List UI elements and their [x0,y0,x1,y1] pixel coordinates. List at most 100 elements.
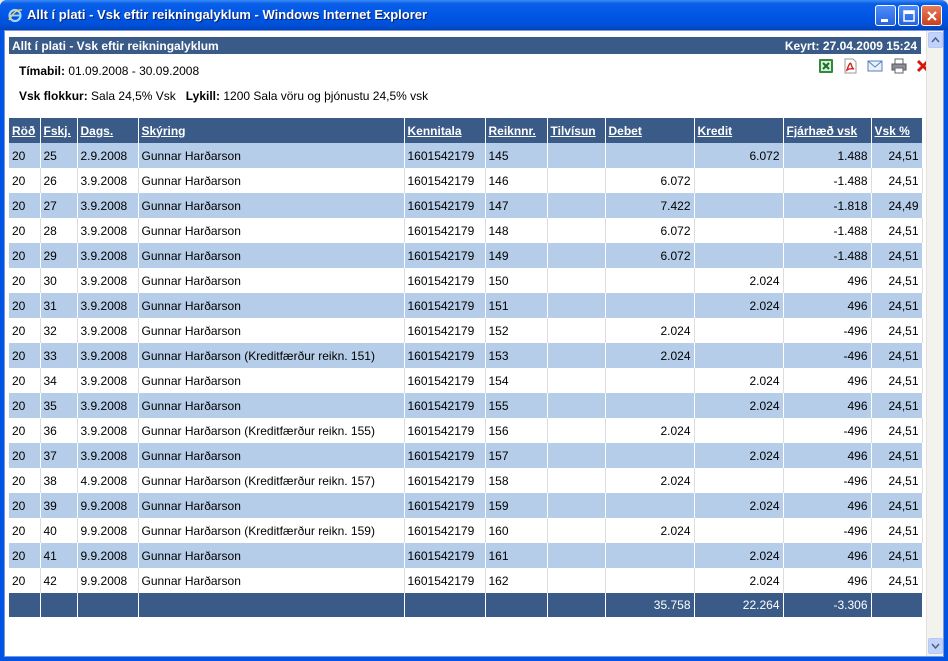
maximize-button[interactable] [898,5,919,26]
table-cell [605,293,695,318]
table-cell: 4.9.2008 [77,468,139,493]
table-cell: 1601542179 [404,343,486,368]
table-cell: 24,51 [871,493,923,518]
column-header[interactable]: Debet [605,118,695,143]
table-cell: 20 [9,568,41,593]
table-cell: Gunnar Harðarson [138,243,405,268]
table-cell: 38 [40,468,78,493]
excel-icon[interactable] [818,58,834,74]
table-cell: 3.9.2008 [77,243,139,268]
pdf-icon[interactable] [842,58,858,74]
table-cell: Gunnar Harðarson [138,143,405,168]
table-cell [547,343,606,368]
table-cell: 1601542179 [404,218,486,243]
table-row: 20 38 4.9.2008 Gunnar Harðarson (Kreditfærð… [9,468,923,493]
account-label: Lykill: [185,89,221,103]
table-cell: 2.024 [694,443,784,468]
table-cell: -496 [783,468,872,493]
vertical-scrollbar[interactable] [926,31,943,656]
column-header[interactable]: Skýring [138,118,405,143]
table-cell: 157 [485,443,548,468]
table-cell: -1.818 [783,193,872,218]
table-cell: 9.9.2008 [77,543,139,568]
total-cell: 35.758 [605,593,695,617]
table-cell [605,368,695,393]
email-icon[interactable] [867,58,883,74]
table-cell: 20 [9,318,41,343]
table-row: 20 34 3.9.2008 Gunnar Harðarson 1601542179 15… [9,368,923,393]
column-header[interactable]: Kennitala [404,118,486,143]
table-cell [547,418,606,443]
table-cell: 150 [485,268,548,293]
vat-group-label: Vsk flokkur: [19,89,88,103]
table-cell: 160 [485,518,548,543]
minimize-button[interactable] [875,5,896,26]
table-cell: 2.024 [694,543,784,568]
table-cell [547,218,606,243]
table-cell [547,543,606,568]
table-cell: -496 [783,418,872,443]
table-cell: 1601542179 [404,393,486,418]
table-cell: 145 [485,143,548,168]
table-cell: 3.9.2008 [77,418,139,443]
table-cell: 24,51 [871,393,923,418]
table-cell: 31 [40,293,78,318]
column-header[interactable]: Reiknnr. [485,118,548,143]
table-cell: Gunnar Harðarson [138,393,405,418]
table-cell: 24,51 [871,543,923,568]
table-cell: Gunnar Harðarson [138,193,405,218]
table-cell: 155 [485,393,548,418]
table-cell: 2.024 [605,468,695,493]
table-cell: 1601542179 [404,568,486,593]
table-cell: Gunnar Harðarson [138,268,405,293]
scroll-down-button[interactable] [928,638,943,654]
column-header[interactable]: Kredit [694,118,784,143]
maximize-icon [903,10,915,22]
column-header[interactable]: Röð [9,118,41,143]
table-cell: 24,51 [871,143,923,168]
column-header[interactable]: Tilvísun [547,118,606,143]
table-cell: Gunnar Harðarson [138,293,405,318]
table-row: 20 42 9.9.2008 Gunnar Harðarson 1601542179 16… [9,568,923,593]
column-header[interactable]: Fskj. [40,118,78,143]
table-cell: -1.488 [783,243,872,268]
table-row: 20 30 3.9.2008 Gunnar Harðarson 1601542179 15… [9,268,923,293]
table-cell: 20 [9,243,41,268]
table-cell: 3.9.2008 [77,368,139,393]
table-cell: Gunnar Harðarson [138,168,405,193]
table-cell [694,193,784,218]
table-cell: Gunnar Harðarson (Kreditfærður reikn. 15… [138,518,405,543]
table-cell: 2.024 [694,568,784,593]
table-row: 20 35 3.9.2008 Gunnar Harðarson 1601542179 15… [9,393,923,418]
table-cell: 34 [40,368,78,393]
table-cell [547,243,606,268]
table-cell: 24,51 [871,343,923,368]
title-bar[interactable]: Allt í plati - Vsk eftir reikningalyklum… [0,0,948,30]
table-cell: -496 [783,318,872,343]
column-header[interactable]: Dags. [77,118,139,143]
total-cell [138,593,405,617]
table-body: 20 25 2.9.2008 Gunnar Harðarson 1601542179 14… [9,143,923,617]
table-cell: 40 [40,518,78,543]
table-cell: Gunnar Harðarson [138,493,405,518]
table-cell: 6.072 [605,168,695,193]
table-cell: Gunnar Harðarson [138,543,405,568]
table-cell: 20 [9,143,41,168]
report-toolbar [818,58,936,78]
table-cell: 24,51 [871,568,923,593]
close-window-button[interactable] [921,5,942,26]
table-cell: 1601542179 [404,243,486,268]
column-header[interactable]: Fjárhæð vsk [783,118,872,143]
table-cell [605,143,695,168]
print-icon[interactable] [891,58,907,74]
table-cell: 39 [40,493,78,518]
table-cell: 2.024 [605,418,695,443]
scroll-up-button[interactable] [928,32,943,48]
table-cell: Gunnar Harðarson [138,368,405,393]
table-cell: 30 [40,268,78,293]
table-cell: 24,49 [871,193,923,218]
column-header[interactable]: Vsk % [871,118,923,143]
table-cell [547,518,606,543]
table-cell: 28 [40,218,78,243]
table-cell: 3.9.2008 [77,343,139,368]
